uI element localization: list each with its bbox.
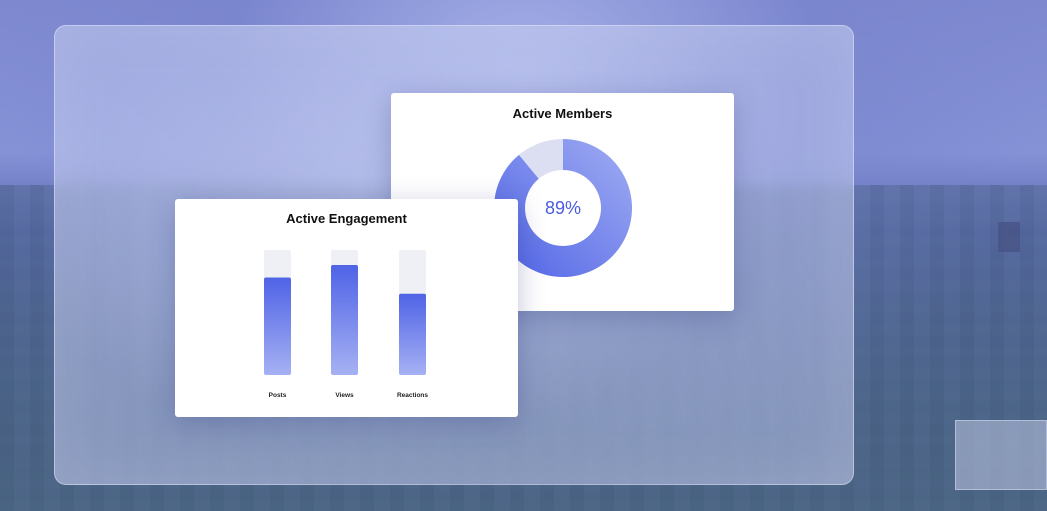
bar-label-views: Views xyxy=(335,392,354,399)
background-building-block xyxy=(955,420,1047,490)
bar-views xyxy=(331,265,358,375)
active-members-title: Active Members xyxy=(512,106,613,121)
bar-posts xyxy=(264,277,291,375)
bar-label-reactions: Reactions xyxy=(397,392,428,399)
active-engagement-card: Active Engagement Posts Views Reactions xyxy=(175,199,518,417)
bar-reactions xyxy=(399,293,426,375)
active-engagement-bar-chart: Posts Views Reactions xyxy=(264,250,428,399)
bar-label-posts: Posts xyxy=(269,392,287,399)
donut-center-label: 89% xyxy=(545,198,581,218)
background-building xyxy=(998,222,1020,252)
